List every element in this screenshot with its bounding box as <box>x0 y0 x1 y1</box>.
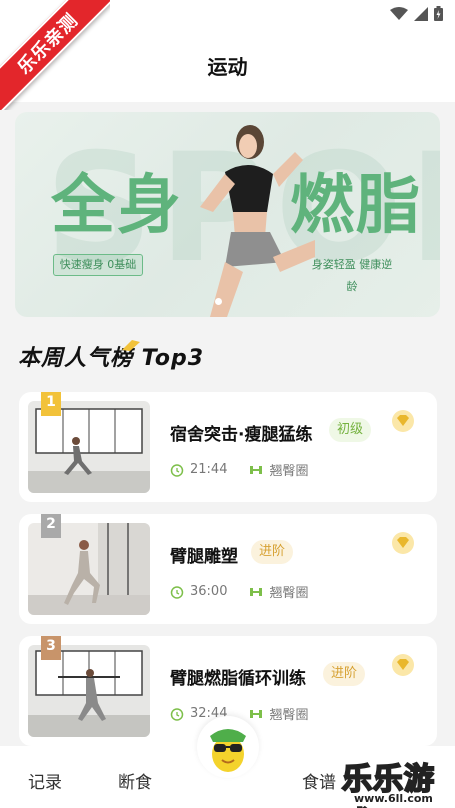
banner-left-tag: 快速瘦身 0基础 <box>53 254 143 276</box>
promo-banner[interactable]: SPORT 全身 燃脂 快速瘦身 0基础 身姿轻盈 健康逆龄 <box>15 112 440 317</box>
corner-ribbon: 乐乐亲测 <box>0 0 110 110</box>
level-badge: 初级 <box>329 418 372 442</box>
nav-item-fasting[interactable]: 断食 <box>118 768 152 793</box>
banner-pagination <box>215 298 222 305</box>
watermark-url: www.6ll.com <box>354 792 433 805</box>
banner-right-tag: 身姿轻盈 健康逆龄 <box>311 258 393 293</box>
vip-diamond-icon <box>392 532 414 554</box>
course-equipment: 翘臀圈 <box>269 586 309 601</box>
course-title: 宿舍突击·瘦腿猛练 <box>170 425 313 445</box>
alarm-clock-icon <box>170 463 184 477</box>
rank-badge: 2 <box>41 514 61 538</box>
status-icons <box>390 6 443 21</box>
level-badge: 进阶 <box>251 540 294 564</box>
course-meta: 21:44 翘臀圈 <box>170 460 308 479</box>
vip-diamond-icon <box>392 410 414 432</box>
rank-badge: 3 <box>41 636 61 660</box>
alarm-clock-icon <box>170 707 184 721</box>
course-card[interactable]: 1 宿舍突击·瘦腿猛练 初级 21:44 翘臀圈 <box>19 392 437 502</box>
watermark-logo: 乐乐游戏 www.6ll.com <box>336 752 455 808</box>
course-duration: 36:00 <box>190 584 228 599</box>
level-badge: 进阶 <box>323 662 366 686</box>
course-equipment: 翘臀圈 <box>269 708 309 723</box>
alarm-clock-icon <box>170 585 184 599</box>
dumbbell-icon <box>250 587 263 596</box>
mascot-icon <box>210 729 246 772</box>
course-duration: 21:44 <box>190 462 228 477</box>
nav-item-records[interactable]: 记录 <box>28 768 62 793</box>
course-title: 臂腿雕塑 <box>170 547 238 567</box>
wifi-icon <box>390 6 408 20</box>
course-meta: 36:00 翘臀圈 <box>170 582 308 601</box>
vip-diamond-icon <box>392 654 414 676</box>
rank-badge: 1 <box>41 392 61 416</box>
athlete-figure-image <box>200 125 315 317</box>
nav-center-button[interactable] <box>197 716 259 778</box>
course-title: 臂腿燃脂循环训练 <box>170 669 306 689</box>
course-card[interactable]: 2 臂腿雕塑 进阶 36:00 翘臀圈 <box>19 514 437 624</box>
signal-icon <box>414 6 428 21</box>
nav-item-recipes[interactable]: 食谱 <box>302 768 336 793</box>
course-equipment: 翘臀圈 <box>269 464 309 479</box>
flag-icon <box>122 340 140 351</box>
ribbon-label: 乐乐亲测 <box>0 0 110 110</box>
banner-dot-active[interactable] <box>215 298 222 305</box>
section-title: 本周人气榜 Top3 <box>18 346 205 371</box>
dumbbell-icon <box>250 465 263 474</box>
battery-icon <box>434 6 443 21</box>
